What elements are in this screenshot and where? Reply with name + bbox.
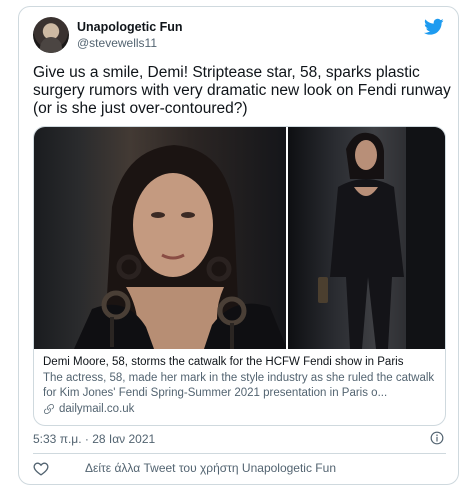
avatar[interactable] [33, 17, 69, 53]
card-domain-text[interactable]: dailymail.co.uk [59, 403, 134, 415]
closeup-illustration [74, 145, 286, 349]
link-icon [44, 404, 54, 415]
more-tweets-link[interactable]: Δείτε άλλα Tweet του χρήστη Unapologetic… [85, 461, 336, 475]
card-photo-runway [287, 127, 445, 349]
twitter-bird-icon[interactable] [424, 18, 444, 36]
heart-icon[interactable] [33, 461, 49, 476]
tweet-timestamp[interactable]: 5:33 π.μ. · 28 Ιαν 2021 [33, 432, 155, 446]
info-icon[interactable] [430, 431, 444, 445]
card-title[interactable]: Demi Moore, 58, storms the catwalk for t… [43, 355, 436, 370]
card-domain[interactable]: dailymail.co.uk [43, 403, 436, 415]
card-body: Demi Moore, 58, storms the catwalk for t… [34, 350, 445, 415]
tweet-text: Give us a smile, Demi! Striptease star, … [33, 64, 451, 117]
tweet-card[interactable]: Unapologetic Fun @stevewells11 Give us a… [18, 6, 459, 485]
card-image[interactable] [34, 127, 445, 349]
user-name[interactable]: Unapologetic Fun [77, 20, 183, 34]
link-card[interactable]: Demi Moore, 58, storms the catwalk for t… [33, 126, 446, 426]
user-handle[interactable]: @stevewells11 [77, 36, 157, 50]
card-photo-closeup [34, 127, 286, 349]
divider [33, 453, 446, 454]
runway-illustration [317, 127, 445, 349]
card-description: The actress, 58, made her mark in the st… [43, 372, 435, 399]
